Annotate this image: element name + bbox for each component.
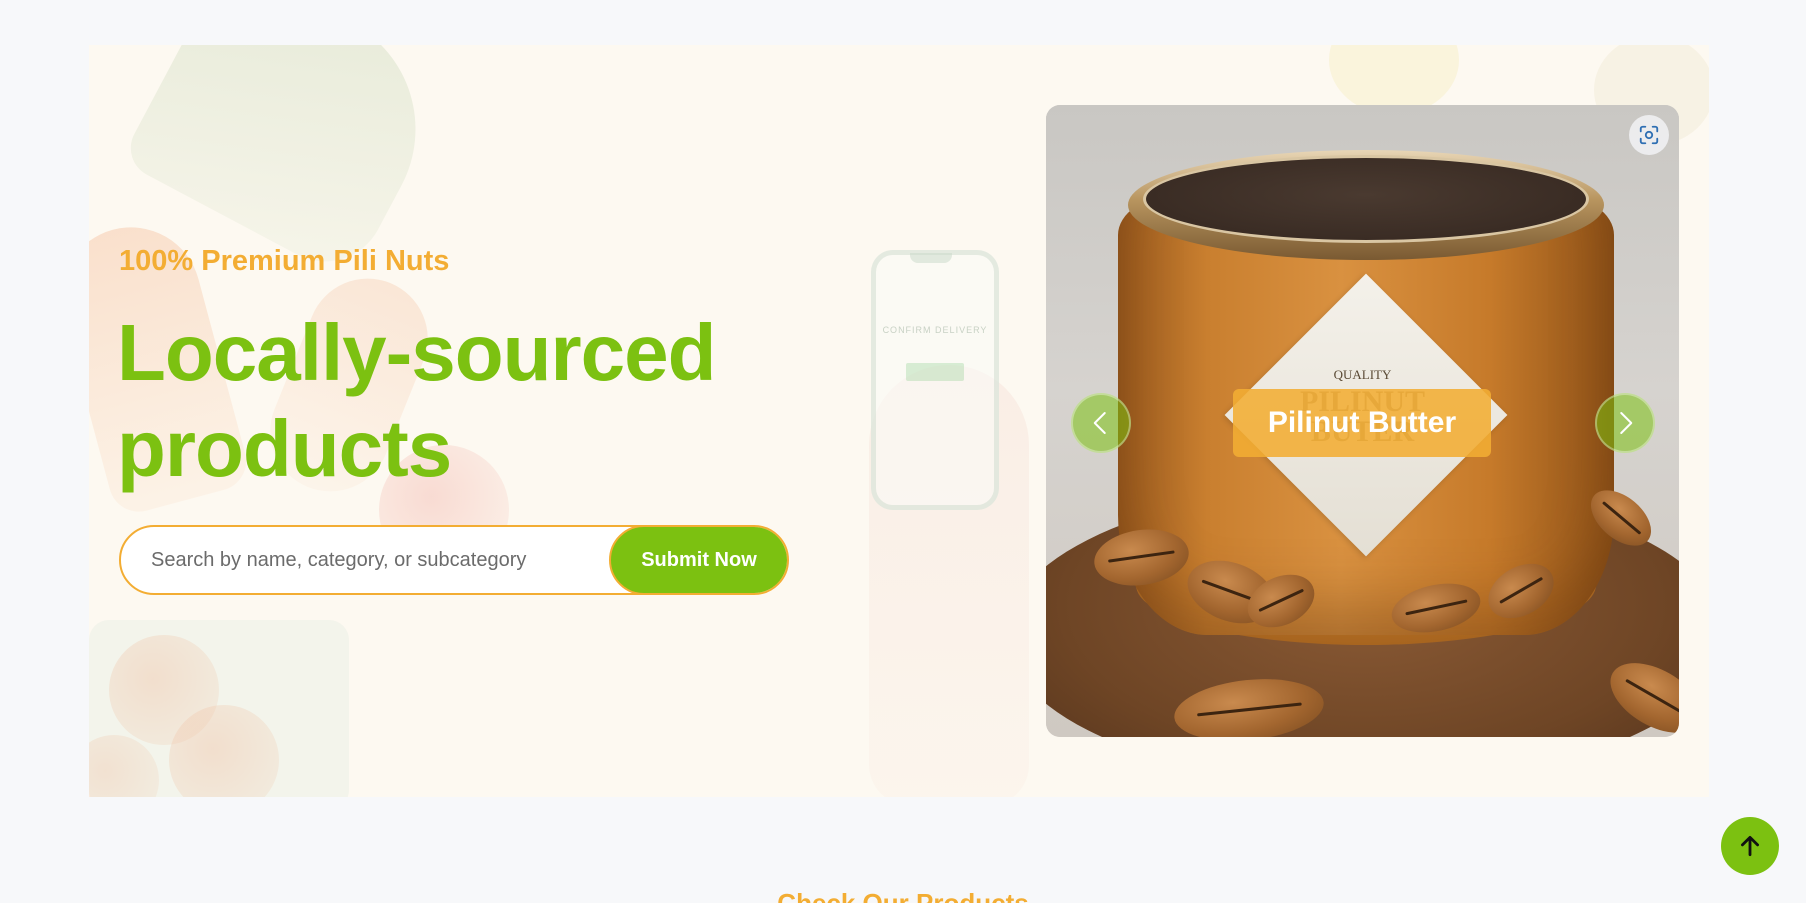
chevron-left-icon — [1093, 412, 1106, 434]
submit-button[interactable]: Submit Now — [609, 527, 787, 593]
phone-notch — [910, 253, 952, 263]
back-to-top-button[interactable] — [1721, 817, 1779, 875]
jar-label-top: QUALITY — [1333, 367, 1392, 382]
search-form: Submit Now — [119, 525, 789, 595]
egg-background-image — [169, 705, 279, 797]
carousel-next-button[interactable] — [1595, 393, 1655, 453]
basket-background-image — [89, 620, 349, 797]
product-carousel: QUALITY PILINUT BUTER Pilinut Butter — [1046, 105, 1679, 737]
phone-screen-text: CONFIRM DELIVERY — [882, 325, 988, 335]
section-title: Check Our Products — [777, 888, 1029, 903]
focus-scan-icon — [1639, 125, 1659, 145]
page: CONFIRM DELIVERY 100% Premium Pili Nuts … — [0, 0, 1806, 903]
egg-background-image — [109, 635, 219, 745]
hero-section: CONFIRM DELIVERY 100% Premium Pili Nuts … — [89, 45, 1709, 797]
slide-caption: Pilinut Butter — [1233, 389, 1491, 457]
carousel-prev-button[interactable] — [1071, 393, 1131, 453]
hand-background-image — [869, 365, 1029, 797]
phone-background-image: CONFIRM DELIVERY — [871, 250, 999, 510]
egg-background-image — [89, 735, 159, 797]
chevron-right-icon — [1620, 412, 1633, 434]
zoom-button[interactable] — [1629, 115, 1669, 155]
hero-eyebrow: 100% Premium Pili Nuts — [119, 245, 450, 277]
jar-lid — [1143, 155, 1589, 243]
search-input[interactable] — [121, 527, 611, 593]
phone-screen-button — [906, 363, 964, 381]
hero-headline: Locally-sourced products — [117, 308, 717, 493]
arrow-up-icon — [1741, 835, 1759, 857]
